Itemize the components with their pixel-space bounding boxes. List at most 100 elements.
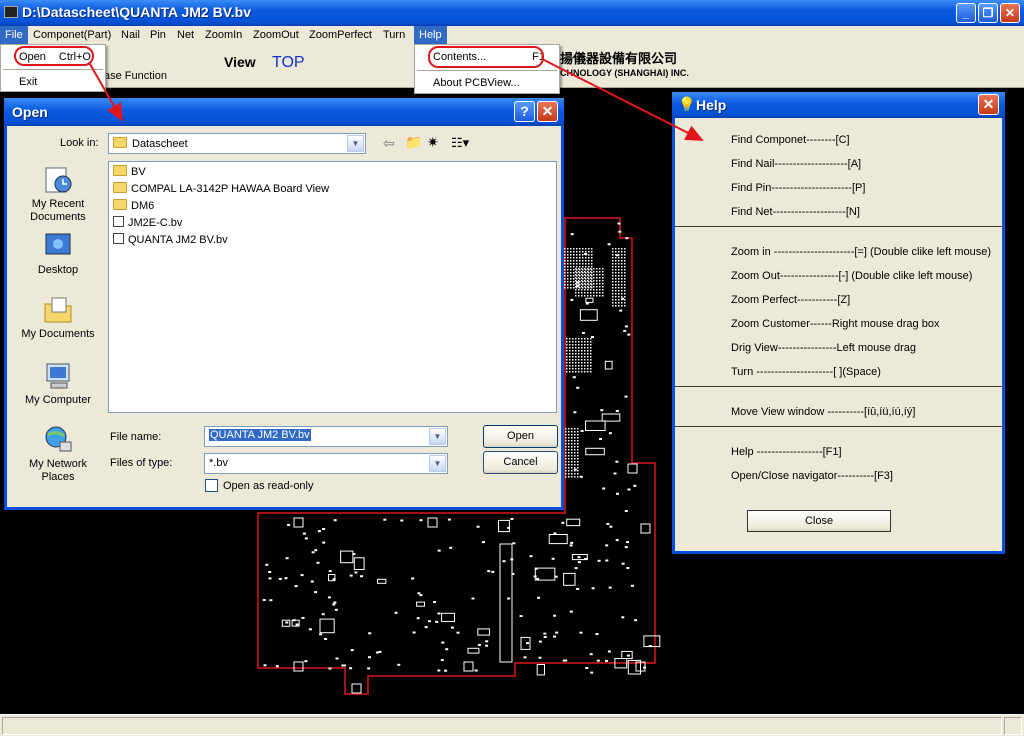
place-network[interactable]: My Network Places	[15, 424, 101, 484]
place-my-documents[interactable]: My Documents	[15, 294, 101, 341]
pcb-pad	[590, 353, 592, 355]
dialog-help-button[interactable]: ?	[514, 101, 535, 122]
pcb-pad	[578, 289, 580, 291]
pcb-component	[451, 626, 454, 629]
pcb-component	[624, 510, 628, 512]
minimize-button[interactable]: _	[956, 3, 976, 23]
open-button[interactable]: Open	[483, 425, 558, 448]
list-item-folder[interactable]: BV	[113, 164, 146, 181]
help-shortcut-line: Open/Close navigator----------[F3]	[731, 470, 893, 482]
pcb-pad	[624, 296, 626, 298]
pcb-pad	[585, 260, 587, 262]
chevron-down-icon[interactable]: ▼	[429, 428, 446, 445]
menu-nail[interactable]: Nail	[116, 26, 145, 44]
menu-net[interactable]: Net	[172, 26, 199, 44]
menu-help[interactable]: Help	[414, 26, 447, 44]
pcb-pad	[576, 263, 578, 265]
menu-componet[interactable]: Componet(Part)	[28, 26, 116, 44]
close-button[interactable]: ✕	[1000, 3, 1020, 23]
pcb-pad	[588, 269, 590, 271]
pcb-pad	[564, 284, 566, 286]
pcb-pad	[588, 266, 590, 268]
resize-grip[interactable]	[1004, 717, 1022, 735]
pcb-pad	[579, 269, 581, 271]
list-item-file[interactable]: QUANTA JM2 BV.bv	[113, 232, 228, 249]
pcb-pad	[599, 289, 601, 291]
list-item-folder[interactable]: COMPAL LA-3142P HAWAA Board View	[113, 181, 329, 198]
pcb-component	[354, 571, 358, 574]
menu-item-about[interactable]: About PCBView...	[415, 74, 559, 92]
main-titlebar[interactable]: D:\Datascheet\QUANTA JM2 BV.bv _ ❐ ✕	[0, 0, 1024, 26]
pcb-pad	[587, 353, 589, 355]
files-of-type-label: Files of type:	[110, 457, 173, 469]
pcb-pad	[564, 257, 566, 259]
menu-zoomperfect[interactable]: ZoomPerfect	[304, 26, 377, 44]
pcb-pad	[577, 437, 579, 439]
pcb-component	[491, 570, 495, 573]
pcb-pad	[569, 344, 571, 346]
help-close-x-button[interactable]: ✕	[978, 94, 999, 115]
pcb-pad	[576, 266, 578, 268]
file-name-input[interactable]: QUANTA JM2 BV.bv ▼	[204, 426, 448, 447]
new-folder-icon[interactable]: ✷	[427, 134, 439, 151]
pcb-pad	[591, 287, 593, 289]
pcb-pad	[572, 368, 574, 370]
pcb-component	[626, 567, 630, 569]
menu-item-exit[interactable]: Exit	[1, 73, 105, 91]
open-dialog-titlebar[interactable]: Open ? ✕	[4, 98, 564, 126]
pcb-pad	[574, 446, 576, 448]
pcb-pad	[572, 365, 574, 367]
file-list[interactable]: BV COMPAL LA-3142P HAWAA Board View DM6 …	[108, 161, 557, 413]
chevron-down-icon[interactable]: ▼	[347, 135, 364, 152]
cancel-button[interactable]: Cancel	[483, 451, 558, 474]
files-of-type-select[interactable]: *.bv ▼	[204, 453, 448, 474]
pcb-pad	[570, 269, 572, 271]
pcb-pad	[593, 295, 595, 297]
pcb-pad	[574, 452, 576, 454]
pcb-pad	[581, 292, 583, 294]
pcb-pad	[591, 251, 593, 253]
view-menu-icon[interactable]: ☷▾	[451, 135, 469, 151]
pcb-component	[623, 329, 627, 332]
pcb-pad	[577, 431, 579, 433]
pcb-component	[456, 631, 460, 634]
back-arrow-icon[interactable]: ⇦	[383, 135, 395, 152]
pcb-pad	[584, 353, 586, 355]
up-folder-icon[interactable]: 📁	[405, 134, 422, 151]
pcb-pad	[572, 347, 574, 349]
menu-turn[interactable]: Turn	[378, 26, 410, 44]
pcb-component	[555, 631, 559, 634]
help-titlebar[interactable]: 💡 Help ✕	[672, 92, 1005, 118]
list-item-file[interactable]: JM2E-C.bv	[113, 215, 182, 232]
help-close-button[interactable]: Close	[747, 510, 891, 532]
menu-zoomin[interactable]: ZoomIn	[200, 26, 247, 44]
menu-file[interactable]: File	[0, 26, 28, 44]
pcb-pad	[585, 287, 587, 289]
readonly-checkbox[interactable]	[205, 479, 218, 492]
pcb-pad	[587, 371, 589, 373]
pcb-pad	[565, 449, 567, 451]
pcb-pad	[581, 338, 583, 340]
pcb-pad	[593, 268, 595, 270]
place-my-computer[interactable]: My Computer	[15, 360, 101, 407]
pcb-pad	[578, 347, 580, 349]
list-item-folder[interactable]: DM6	[113, 198, 154, 215]
chevron-down-icon[interactable]: ▼	[429, 455, 446, 472]
pcb-pad	[582, 269, 584, 271]
pcb-pad	[621, 269, 623, 271]
pcb-pad	[593, 283, 595, 285]
place-recent[interactable]: My Recent Documents	[15, 164, 101, 224]
maximize-button[interactable]: ❐	[978, 3, 998, 23]
dialog-close-button[interactable]: ✕	[537, 101, 558, 122]
pcb-pad	[591, 281, 593, 283]
look-in-select[interactable]: Datascheet ▼	[108, 133, 366, 154]
place-desktop[interactable]: Desktop	[15, 230, 101, 277]
pcb-pad	[571, 461, 573, 463]
menu-zoomout[interactable]: ZoomOut	[248, 26, 304, 44]
pcb-pad	[565, 470, 567, 472]
menu-pin[interactable]: Pin	[145, 26, 171, 44]
pcb-pad	[587, 341, 589, 343]
pcb-pad	[582, 248, 584, 250]
menubar: File Componet(Part) Nail Pin Net ZoomIn …	[0, 26, 1024, 44]
my-documents-icon	[44, 297, 72, 323]
